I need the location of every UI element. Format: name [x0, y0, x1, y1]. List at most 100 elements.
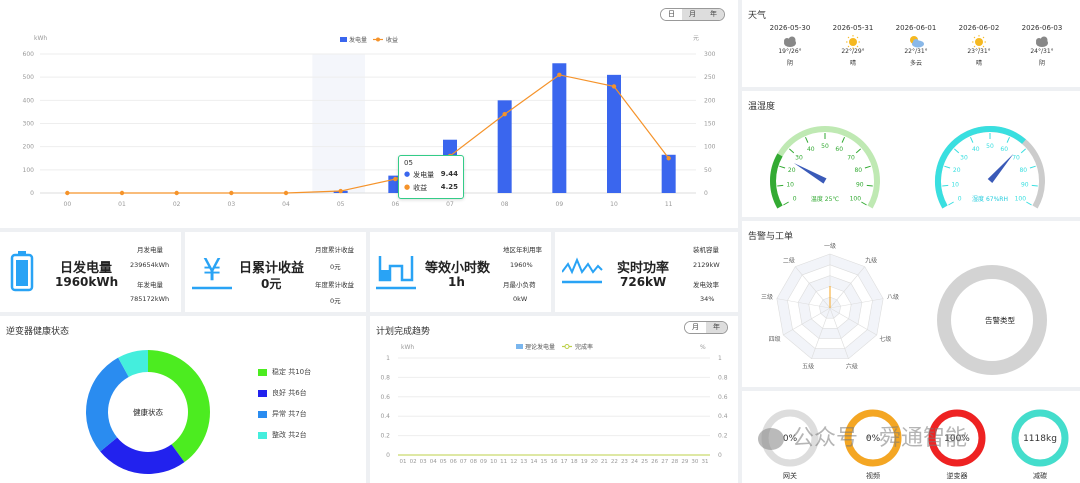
y2-tick-label: 200 — [704, 97, 716, 104]
realtime-power-card: 实时功率 726kW 装机容量 2129kW 发电效率 34% — [555, 232, 738, 312]
y-tick-label: 1 — [386, 355, 390, 362]
legend-label: 异常 共7台 — [272, 410, 307, 418]
watermark-text: 公众号 · 舜通智能 — [792, 426, 967, 451]
gateway-label: 网关 — [783, 472, 797, 480]
y2-tick-label: 0 — [718, 452, 722, 459]
hum-gauge-needle — [987, 153, 1014, 183]
health-center-label: 健康状态 — [133, 408, 163, 417]
water-tank-icon — [376, 256, 416, 290]
monthly-generation-value: 239654kWh — [130, 261, 170, 269]
temp-gauge-tick-label: 70 — [847, 155, 855, 162]
annual-utilization-value: 1960% — [510, 261, 533, 269]
legend-label: 良好 共6台 — [272, 389, 307, 397]
installed-capacity-label: 装机容量 — [693, 246, 719, 254]
y-tick-label: 600 — [23, 51, 35, 58]
weather-day-2: 2026-05-31 22°/29° 晴 — [825, 24, 881, 67]
equivalent-hours-value: 1h — [448, 275, 465, 289]
inverter-label: 逆变器 — [946, 472, 968, 480]
health-legend-good[interactable]: 良好 共6台 — [258, 388, 307, 398]
min-load-label: 月最小负荷 — [503, 281, 536, 289]
temp-gauge-tick-label: 10 — [786, 182, 794, 189]
y2-tick-label: 150 — [704, 121, 716, 128]
income-point — [65, 190, 70, 196]
x-tick-label: 06 — [392, 201, 400, 208]
generation-chart: 0100200300400500600050100150200250300kWh… — [23, 35, 716, 208]
y-tick-label: 300 — [23, 121, 35, 128]
temp-gauge-tick-label: 20 — [788, 167, 796, 174]
x-tick-label: 10 — [610, 201, 618, 208]
hum-gauge-tick-label: 80 — [1019, 167, 1027, 174]
x-tick-label: 08 — [470, 459, 477, 465]
y-tick-label: 0.6 — [380, 394, 390, 401]
x-tick-label: 21 — [601, 459, 608, 465]
x-tick-label: 07 — [446, 201, 454, 208]
carbon-label: 减碳 — [1033, 472, 1047, 480]
temp-gauge-tick — [783, 201, 789, 206]
x-tick-label: 04 — [282, 201, 290, 208]
temp-gauge-fill — [770, 153, 783, 209]
weather-date: 2026-06-02 — [958, 24, 1000, 32]
x-tick-label: 24 — [631, 459, 638, 465]
temp-gauge-tick — [805, 136, 809, 143]
weather-desc: 阴 — [786, 60, 793, 67]
radar-label: 三级 — [761, 293, 773, 301]
x-tick-label: 05 — [440, 459, 447, 465]
health-legend-stable[interactable]: 稳定 共10台 — [258, 367, 311, 377]
video-label: 视频 — [866, 472, 880, 480]
weather-panel: 天气 2026-05-30 19°/26° 阴 2026-05-31 22°/2… — [742, 0, 1080, 87]
realtime-power-value: 726kW — [620, 275, 667, 289]
temp-gauge-tick-label: 60 — [835, 146, 843, 153]
daily-income-card: ¥ 日累计收益 0元 月度累计收益 0元 年度累计收益 0元 — [185, 232, 366, 312]
x-tick-label: 10 — [490, 459, 497, 465]
hum-gauge-tick — [1026, 201, 1032, 206]
equivalent-hours-card: 等效小时数 1h 地区年利用率 1960% 月最小负荷 0kW — [370, 232, 551, 312]
temp-gauge-tick — [788, 148, 795, 154]
realtime-power-title: 实时功率 — [617, 261, 670, 276]
x-tick-label: 12 — [510, 459, 517, 465]
x-tick-label: 22 — [611, 459, 618, 465]
hum-gauge-tick-label: 50 — [986, 143, 994, 150]
temp-gauge-tick — [855, 148, 862, 154]
radar-label: 一级 — [824, 242, 836, 250]
hum-gauge-tick — [942, 184, 949, 187]
legend-label: 整改 共2台 — [272, 431, 307, 439]
temp-humidity-panel: 温湿度 0 10 20 30 40 50 60 70 80 90 100 0 10 20 30 40 50 60 7… — [742, 91, 1080, 217]
x-tick-label: 13 — [520, 459, 527, 465]
health-legend-abnormal[interactable]: 异常 共7台 — [258, 409, 307, 419]
x-tick-label: 18 — [571, 459, 578, 465]
health-slice — [86, 357, 129, 452]
temp-gauge-tick — [841, 136, 845, 143]
x-tick-label: 15 — [540, 459, 547, 465]
health-legend-rectify[interactable]: 整改 共2台 — [258, 430, 307, 440]
weather-desc: 晴 — [975, 60, 982, 67]
monthly-income-label: 月度累计收益 — [315, 246, 354, 254]
hum-gauge-tick-label: 60 — [1000, 146, 1008, 153]
tooltip-name-1: 发电量 — [413, 171, 435, 179]
y-unit-label: kWh — [34, 35, 47, 42]
generation-bar — [661, 154, 676, 193]
temp-gauge-label: 温度 25℃ — [810, 196, 840, 203]
radar-label: 七级 — [879, 335, 891, 343]
temp-gauge-tick — [779, 165, 786, 169]
chart-tooltip: 05 ● 发电量 9.44 ● 收益 4.25 — [398, 155, 464, 199]
y-tick-label: 0.8 — [380, 374, 390, 381]
monthly-income-value: 0元 — [330, 263, 341, 271]
legend-label: 稳定 共10台 — [272, 368, 312, 376]
x-tick-label: 29 — [681, 459, 688, 465]
annual-utilization-label: 地区年利用率 — [503, 246, 542, 254]
temp-gauge-tick-label: 50 — [821, 143, 829, 150]
legend-label: 发电量 — [349, 36, 367, 44]
tooltip-value-2: 4.25 — [440, 183, 458, 191]
x-tick-label: 02 — [410, 459, 417, 465]
x-tick-label: 14 — [530, 459, 537, 465]
yearly-generation-value: 785172kWh — [130, 295, 170, 303]
temp-gauge-needle — [793, 163, 827, 184]
hum-gauge-tick-label: 30 — [960, 155, 968, 162]
y2-tick-label: 50 — [704, 167, 712, 174]
income-point — [338, 188, 343, 194]
weather-desc: 阴 — [1038, 60, 1045, 67]
daily-generation-card: 日发电量 1960kWh 月发电量 239654kWh 年发电量 785172k… — [0, 232, 181, 312]
temp-gauge-tick-label: 80 — [854, 167, 862, 174]
weather-day-3: 2026-06-01 22°/31° 多云 — [888, 24, 944, 67]
generation-chart-panel: 日 月 年 0 100 200 300 400 500 600 0 50 100 150 200 250… — [0, 0, 738, 228]
